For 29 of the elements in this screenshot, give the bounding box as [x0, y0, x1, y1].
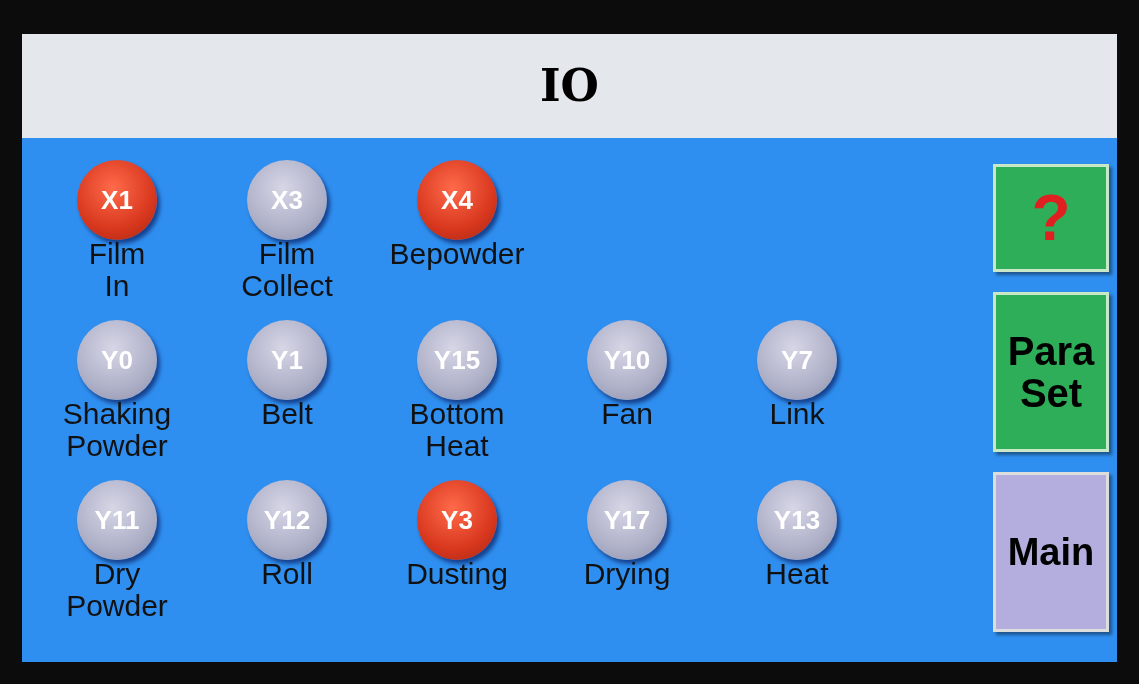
lamp-code: X3	[271, 183, 303, 217]
para-set-button[interactable]: Para Set	[993, 292, 1109, 452]
lamp-label: Dusting	[406, 558, 508, 590]
lamp-code: X1	[101, 183, 133, 217]
lamp-label: Drying	[583, 558, 671, 590]
lamp-label: Roll	[261, 558, 313, 590]
lamp-code: Y17	[603, 503, 651, 537]
lamp-code: Y1	[271, 343, 303, 377]
lamp-code: Y12	[263, 503, 311, 537]
main-button[interactable]: Main	[993, 472, 1109, 632]
lamp-code: Y10	[603, 343, 651, 377]
lamp-code: X4	[441, 183, 473, 217]
lamp-label: Dry Powder	[66, 558, 168, 622]
lamp-code: Y15	[433, 343, 481, 377]
lamp-code: Y13	[773, 503, 821, 537]
lamp-code: Y3	[441, 503, 473, 537]
lamp-label: Link	[769, 398, 825, 430]
lamp-label: Bottom Heat	[409, 398, 505, 462]
lamp-label: Belt	[261, 398, 313, 430]
lamp-label: Fan	[601, 398, 653, 430]
lamp-label: Film In	[88, 238, 146, 302]
screen-title: IO	[540, 59, 599, 113]
lamp-label: Shaking Powder	[62, 398, 172, 462]
lamp-label: Film Collect	[241, 238, 333, 302]
lamp-code: Y11	[94, 503, 140, 537]
lamp-code: Y0	[101, 343, 133, 377]
lamp-code: Y7	[781, 343, 813, 377]
lamp-label: Bepowder	[389, 238, 525, 270]
lamp-label: Heat	[765, 558, 829, 590]
